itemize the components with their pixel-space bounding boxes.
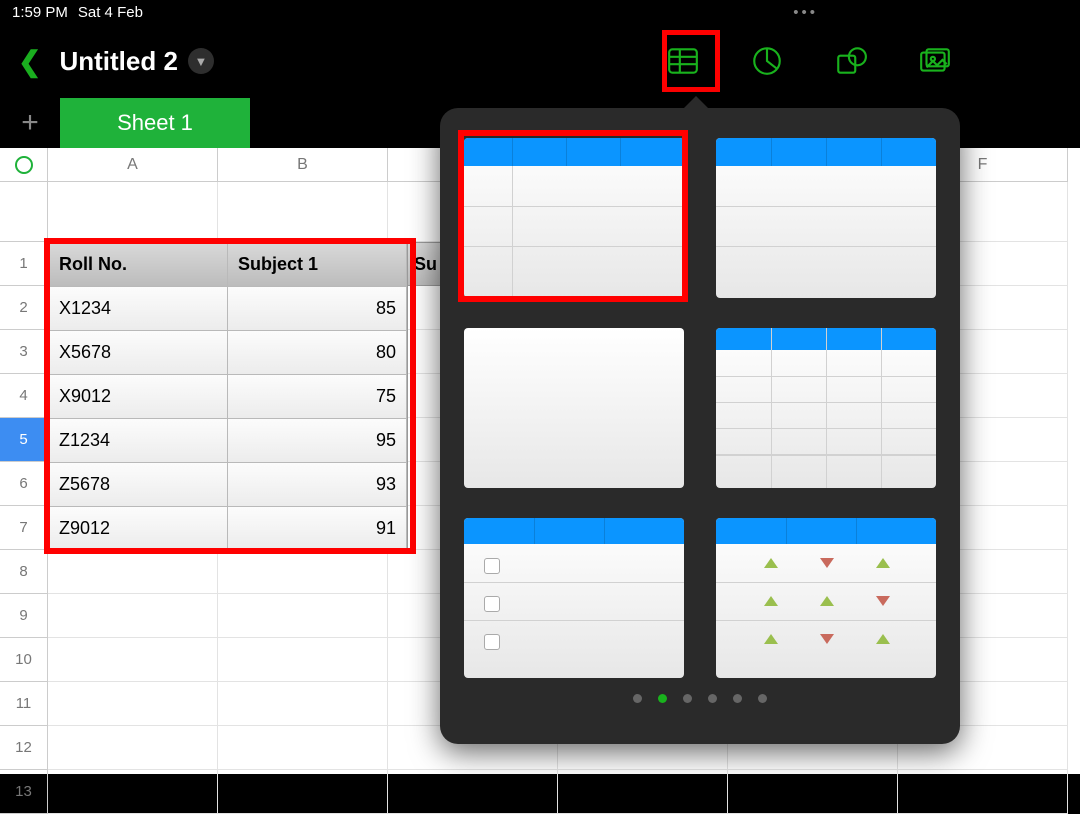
status-bar: 1:59 PM Sat 4 Feb ••• [0,0,1080,24]
highlight-box-toolbar [662,30,720,92]
page-dot[interactable] [733,694,742,703]
highlight-box-table [44,238,416,554]
row-header[interactable]: 10 [0,638,48,682]
status-time: 1:59 PM [12,4,68,21]
row-header[interactable]: 8 [0,550,48,594]
page-dot[interactable] [683,694,692,703]
row-header[interactable]: 11 [0,682,48,726]
row-header[interactable]: 1 [0,242,48,286]
row-header[interactable] [0,182,48,242]
row-header[interactable]: 3 [0,330,48,374]
row-header[interactable]: 5 [0,418,48,462]
row-header[interactable]: 2 [0,286,48,330]
page-dot[interactable] [708,694,717,703]
select-all-corner[interactable] [0,148,48,182]
toolbar [666,44,1062,78]
page-dot[interactable] [633,694,642,703]
add-sheet-button[interactable]: + [0,98,60,148]
row-header[interactable]: 6 [0,462,48,506]
column-header[interactable]: B [218,148,388,182]
chevron-down-icon[interactable]: ▼ [188,48,214,74]
table-style-popover [440,108,960,744]
table-style-option-6[interactable] [716,518,936,678]
sheet-tab-1[interactable]: Sheet 1 [60,98,250,148]
row-header[interactable]: 4 [0,374,48,418]
column-header[interactable]: A [48,148,218,182]
row-header[interactable]: 12 [0,726,48,770]
document-title-text: Untitled 2 [59,46,177,77]
document-title[interactable]: Untitled 2 ▼ [59,46,213,77]
grid-row: 13 [0,770,1080,814]
table-style-option-4[interactable] [716,328,936,488]
page-indicator[interactable] [464,694,936,703]
chart-icon[interactable] [750,44,784,78]
table-style-option-3[interactable] [464,328,684,488]
row-header[interactable]: 7 [0,506,48,550]
status-date: Sat 4 Feb [78,4,143,21]
back-button[interactable]: ❮ [18,45,41,78]
table-style-option-5[interactable] [464,518,684,678]
app-header: ❮ Untitled 2 ▼ [0,24,1080,98]
page-dot-active[interactable] [658,694,667,703]
row-header[interactable]: 9 [0,594,48,638]
more-icon[interactable]: ••• [793,4,818,21]
table-style-option-2[interactable] [716,138,936,298]
shape-icon[interactable] [834,44,868,78]
page-dot[interactable] [758,694,767,703]
highlight-box-style [458,130,688,302]
media-icon[interactable] [918,44,952,78]
row-header[interactable]: 13 [0,770,48,814]
